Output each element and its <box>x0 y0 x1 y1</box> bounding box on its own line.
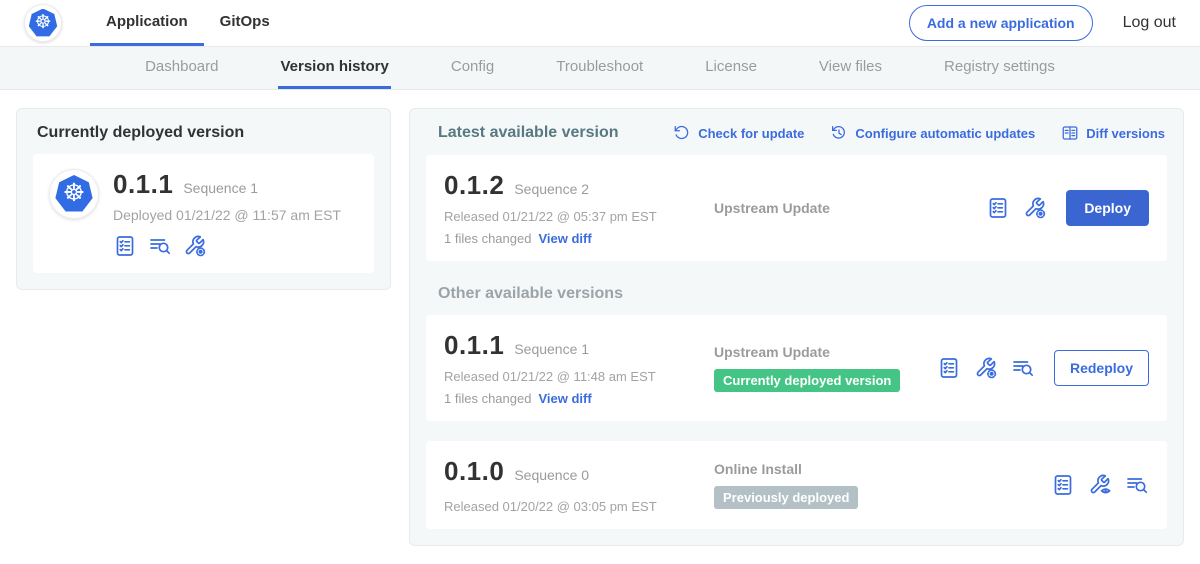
edit-config-icon[interactable] <box>974 356 998 380</box>
subnav-view-files[interactable]: View files <box>817 47 884 89</box>
edit-config-icon[interactable] <box>183 234 207 258</box>
currently-deployed-card: ☸ 0.1.1 Sequence 1 Deployed 01/21/22 @ 1… <box>33 154 374 273</box>
deploy-logs-icon[interactable] <box>1011 356 1035 380</box>
header-spacer <box>286 0 909 46</box>
edit-config-icon[interactable] <box>1023 196 1047 220</box>
configure-automatic-updates-link[interactable]: Configure automatic updates <box>830 124 1035 142</box>
version-source-label: Upstream Update <box>714 344 937 360</box>
deploy-button[interactable]: Deploy <box>1066 190 1149 226</box>
app-subnav: Dashboard Version history Config Trouble… <box>0 47 1200 90</box>
check-for-update-label: Check for update <box>698 126 804 141</box>
versions-panel: Latest available version Check for updat… <box>409 108 1184 546</box>
kubernetes-wheel-icon: ☸ <box>34 13 51 32</box>
refresh-icon <box>673 124 691 142</box>
subnav-license[interactable]: License <box>703 47 759 89</box>
tab-gitops[interactable]: GitOps <box>204 0 286 46</box>
view-config-icon[interactable] <box>1088 473 1112 497</box>
subnav-registry-settings[interactable]: Registry settings <box>942 47 1057 89</box>
subnav-troubleshoot[interactable]: Troubleshoot <box>554 47 645 89</box>
subnav-dashboard[interactable]: Dashboard <box>143 47 220 89</box>
subnav-version-history[interactable]: Version history <box>278 47 390 89</box>
files-changed-label: 1 files changed <box>444 231 531 246</box>
view-diff-link[interactable]: View diff <box>538 391 591 406</box>
sequence-label: Sequence 2 <box>514 181 589 197</box>
currently-deployed-panel: Currently deployed version ☸ 0.1.1 Seque… <box>16 108 391 290</box>
release-notes-icon[interactable] <box>113 234 137 258</box>
tab-application[interactable]: Application <box>90 0 204 46</box>
currently-deployed-badge: Currently deployed version <box>714 369 900 392</box>
files-changed-label: 1 files changed <box>444 391 531 406</box>
deployed-timestamp: Deployed 01/21/22 @ 11:57 am EST <box>113 207 341 223</box>
release-notes-icon[interactable] <box>1051 473 1075 497</box>
view-diff-link[interactable]: View diff <box>538 231 591 246</box>
header-tabs: Application GitOps <box>90 0 286 46</box>
app-header: ☸ Application GitOps Add a new applicati… <box>0 0 1200 47</box>
other-versions-header: Other available versions <box>426 285 1167 303</box>
deployed-sequence-label: Sequence 1 <box>183 180 258 196</box>
version-actions: Check for update Configure automatic upd… <box>673 124 1165 142</box>
released-timestamp: Released 01/20/22 @ 03:05 pm EST <box>444 499 686 514</box>
app-logo: ☸ <box>49 169 99 219</box>
configure-automatic-updates-label: Configure automatic updates <box>855 126 1035 141</box>
subnav-config[interactable]: Config <box>449 47 496 89</box>
previously-deployed-badge: Previously deployed <box>714 486 858 509</box>
version-source-label: Online Install <box>714 461 1051 477</box>
deploy-logs-icon[interactable] <box>148 234 172 258</box>
version-row-0-1-0: 0.1.0 Sequence 0 Released 01/20/22 @ 03:… <box>426 441 1167 529</box>
version-row-0-1-1: 0.1.1 Sequence 1 Released 01/21/22 @ 11:… <box>426 315 1167 421</box>
deployed-version-number: 0.1.1 <box>113 169 173 200</box>
kubernetes-heptagon: ☸ <box>29 9 58 38</box>
sequence-label: Sequence 1 <box>514 341 589 357</box>
released-timestamp: Released 01/21/22 @ 05:37 pm EST <box>444 209 686 224</box>
redeploy-button[interactable]: Redeploy <box>1054 350 1149 386</box>
add-new-application-button[interactable]: Add a new application <box>909 5 1093 41</box>
kubernetes-wheel-icon: ☸ <box>63 181 85 206</box>
logout-button[interactable]: Log out <box>1123 14 1176 32</box>
version-number: 0.1.0 <box>444 456 504 487</box>
sequence-label: Sequence 0 <box>514 467 589 483</box>
release-notes-icon[interactable] <box>937 356 961 380</box>
latest-version-header: Latest available version <box>438 124 619 142</box>
diff-icon <box>1061 124 1079 142</box>
version-source-label: Upstream Update <box>714 200 986 216</box>
version-row-0-1-2: 0.1.2 Sequence 2 Released 01/21/22 @ 05:… <box>426 155 1167 261</box>
currently-deployed-title: Currently deployed version <box>33 124 374 142</box>
release-notes-icon[interactable] <box>986 196 1010 220</box>
clock-refresh-icon <box>830 124 848 142</box>
check-for-update-link[interactable]: Check for update <box>673 124 804 142</box>
released-timestamp: Released 01/21/22 @ 11:48 am EST <box>444 369 686 384</box>
deploy-logs-icon[interactable] <box>1125 473 1149 497</box>
version-number: 0.1.1 <box>444 330 504 361</box>
version-number: 0.1.2 <box>444 170 504 201</box>
diff-versions-label: Diff versions <box>1086 126 1165 141</box>
diff-versions-link[interactable]: Diff versions <box>1061 124 1165 142</box>
kubernetes-heptagon: ☸ <box>55 175 93 213</box>
main-content: Currently deployed version ☸ 0.1.1 Seque… <box>0 90 1200 564</box>
kubernetes-logo: ☸ <box>24 4 62 42</box>
